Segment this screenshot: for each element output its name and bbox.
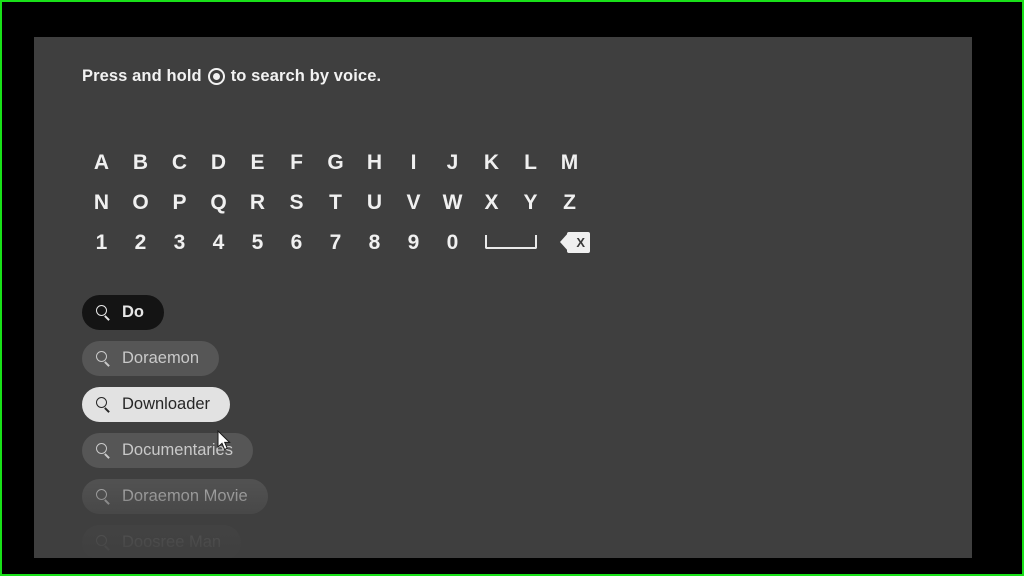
backspace-x-label: X — [576, 234, 585, 250]
key-k[interactable]: K — [472, 143, 511, 181]
suggestion-label: Doraemon — [122, 349, 200, 368]
keyboard-row-letters-2: N O P Q R S T U V W X Y Z — [82, 182, 642, 222]
search-icon — [96, 489, 111, 504]
suggestion-row-0: Doraemon — [82, 341, 502, 387]
search-query-chip[interactable]: Do — [82, 295, 164, 330]
key-c[interactable]: C — [160, 143, 199, 181]
key-j[interactable]: J — [433, 143, 472, 181]
key-0[interactable]: 0 — [433, 223, 472, 261]
suggestion-label: Doraemon Movie — [122, 487, 248, 506]
key-b[interactable]: B — [121, 143, 160, 181]
key-x[interactable]: X — [472, 183, 511, 221]
suggestion-chip-doosree-man[interactable]: Doosree Man — [82, 525, 242, 558]
keyboard-row-numbers: 1 2 3 4 5 6 7 8 9 0 X — [82, 222, 642, 262]
suggestion-row-2: Documentaries — [82, 433, 502, 479]
search-query-text: Do — [122, 303, 144, 322]
key-h[interactable]: H — [355, 143, 394, 181]
search-screen: Press and hold to search by voice. A B C… — [34, 37, 972, 558]
search-query-row: Do — [82, 295, 502, 341]
app-frame: Press and hold to search by voice. A B C… — [0, 0, 1024, 576]
key-y[interactable]: Y — [511, 183, 550, 221]
voice-hint-text-after: to search by voice. — [230, 67, 382, 85]
space-key[interactable] — [472, 223, 550, 261]
key-g[interactable]: G — [316, 143, 355, 181]
key-z[interactable]: Z — [550, 183, 589, 221]
key-d[interactable]: D — [199, 143, 238, 181]
key-5[interactable]: 5 — [238, 223, 277, 261]
suggestion-label: Doosree Man — [122, 533, 222, 552]
key-p[interactable]: P — [160, 183, 199, 221]
key-t[interactable]: T — [316, 183, 355, 221]
key-o[interactable]: O — [121, 183, 160, 221]
key-w[interactable]: W — [433, 183, 472, 221]
search-icon — [96, 305, 111, 320]
keyboard-row-letters-1: A B C D E F G H I J K L M — [82, 142, 642, 182]
voice-search-hint: Press and hold to search by voice. — [82, 67, 381, 86]
space-bar-glyph-icon — [485, 235, 537, 249]
search-icon — [96, 443, 111, 458]
key-q[interactable]: Q — [199, 183, 238, 221]
key-9[interactable]: 9 — [394, 223, 433, 261]
key-u[interactable]: U — [355, 183, 394, 221]
suggestion-label: Downloader — [122, 395, 211, 414]
key-7[interactable]: 7 — [316, 223, 355, 261]
search-icon — [96, 535, 111, 550]
key-s[interactable]: S — [277, 183, 316, 221]
voice-hint-text-before: Press and hold — [82, 67, 202, 85]
suggestion-row-3: Doraemon Movie — [82, 479, 502, 525]
key-2[interactable]: 2 — [121, 223, 160, 261]
suggestion-chip-doraemon-movie[interactable]: Doraemon Movie — [82, 479, 268, 514]
suggestion-row-4: Doosree Man — [82, 525, 502, 558]
key-n[interactable]: N — [82, 183, 121, 221]
backspace-icon: X — [560, 231, 590, 253]
key-8[interactable]: 8 — [355, 223, 394, 261]
search-icon — [96, 351, 111, 366]
key-6[interactable]: 6 — [277, 223, 316, 261]
key-i[interactable]: I — [394, 143, 433, 181]
search-icon — [96, 397, 111, 412]
backspace-key[interactable]: X — [550, 223, 600, 261]
key-1[interactable]: 1 — [82, 223, 121, 261]
key-l[interactable]: L — [511, 143, 550, 181]
search-suggestion-list: Do Doraemon Downloader Documentaries Dor… — [82, 295, 502, 558]
key-3[interactable]: 3 — [160, 223, 199, 261]
key-4[interactable]: 4 — [199, 223, 238, 261]
suggestion-chip-downloader[interactable]: Downloader — [82, 387, 231, 422]
suggestion-chip-documentaries[interactable]: Documentaries — [82, 433, 253, 468]
suggestion-label: Documentaries — [122, 441, 233, 460]
key-v[interactable]: V — [394, 183, 433, 221]
key-r[interactable]: R — [238, 183, 277, 221]
key-m[interactable]: M — [550, 143, 589, 181]
suggestion-chip-doraemon[interactable]: Doraemon — [82, 341, 220, 376]
key-e[interactable]: E — [238, 143, 277, 181]
key-f[interactable]: F — [277, 143, 316, 181]
suggestion-row-1: Downloader — [82, 387, 502, 433]
onscreen-keyboard: A B C D E F G H I J K L M N O P Q R S T … — [82, 142, 642, 262]
voice-circle-icon[interactable] — [207, 68, 225, 85]
key-a[interactable]: A — [82, 143, 121, 181]
